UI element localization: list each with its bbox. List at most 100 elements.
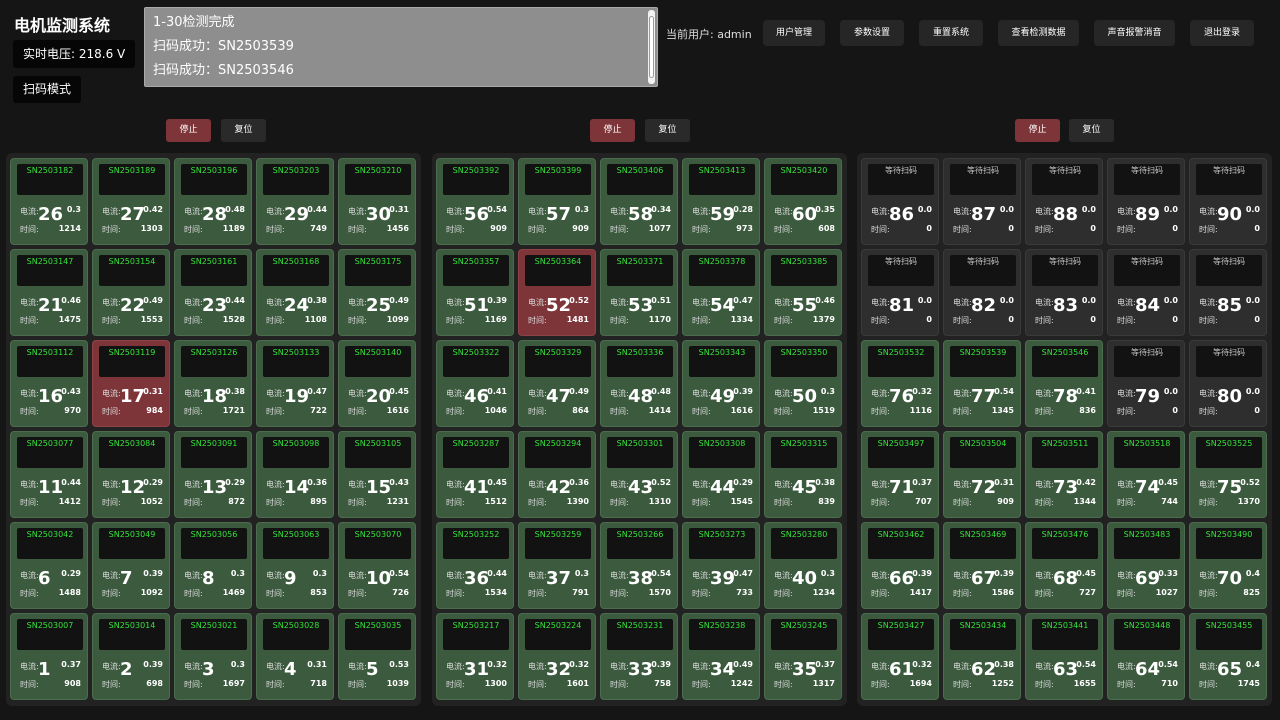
motor-cell[interactable]: SN2503140 电流: 时间: 20 0.45 1616 <box>338 340 416 427</box>
motor-cell[interactable]: SN2503518 电流: 时间: 74 0.45 744 <box>1107 431 1185 518</box>
motor-cell[interactable]: SN2503308 电流: 时间: 44 0.29 1545 <box>682 431 760 518</box>
motor-cell[interactable]: SN2503525 电流: 时间: 75 0.52 1370 <box>1189 431 1267 518</box>
motor-cell[interactable]: 等待扫码 电流: 时间: 86 0.0 0 <box>861 158 939 245</box>
motor-cell[interactable]: SN2503315 电流: 时间: 45 0.38 839 <box>764 431 842 518</box>
motor-cell[interactable]: SN2503133 电流: 时间: 19 0.47 722 <box>256 340 334 427</box>
motor-cell[interactable]: SN2503147 电流: 时间: 21 0.46 1475 <box>10 249 88 336</box>
motor-cell[interactable]: SN2503196 电流: 时间: 28 0.48 1189 <box>174 158 252 245</box>
motor-cell[interactable]: SN2503280 电流: 时间: 40 0.3 1234 <box>764 522 842 609</box>
motor-cell[interactable]: SN2503028 电流: 时间: 4 0.31 718 <box>256 613 334 700</box>
motor-cell[interactable]: 等待扫码 电流: 时间: 90 0.0 0 <box>1189 158 1267 245</box>
reset-system-button[interactable]: 重置系统 <box>919 20 983 46</box>
motor-cell[interactable]: SN2503021 电流: 时间: 3 0.3 1697 <box>174 613 252 700</box>
motor-cell[interactable]: SN2503084 电流: 时间: 12 0.29 1052 <box>92 431 170 518</box>
motor-cell[interactable]: SN2503322 电流: 时间: 46 0.41 1046 <box>436 340 514 427</box>
motor-cell[interactable]: SN2503294 电流: 时间: 42 0.36 1390 <box>518 431 596 518</box>
motor-cell[interactable]: SN2503476 电流: 时间: 68 0.45 727 <box>1025 522 1103 609</box>
motor-cell[interactable]: SN2503042 电流: 时间: 6 0.29 1488 <box>10 522 88 609</box>
motor-cell[interactable]: SN2503210 电流: 时间: 30 0.31 1456 <box>338 158 416 245</box>
motor-cell[interactable]: SN2503483 电流: 时间: 69 0.33 1027 <box>1107 522 1185 609</box>
motor-cell[interactable]: SN2503035 电流: 时间: 5 0.53 1039 <box>338 613 416 700</box>
motor-cell[interactable]: SN2503448 电流: 时间: 64 0.54 710 <box>1107 613 1185 700</box>
motor-cell[interactable]: SN2503224 电流: 时间: 32 0.32 1601 <box>518 613 596 700</box>
motor-cell[interactable]: SN2503063 电流: 时间: 9 0.3 853 <box>256 522 334 609</box>
panel-1-stop-button[interactable]: 停止 <box>166 119 211 142</box>
motor-cell[interactable]: SN2503490 电流: 时间: 70 0.4 825 <box>1189 522 1267 609</box>
mute-alarm-button[interactable]: 声音报警消音 <box>1094 20 1175 46</box>
motor-cell[interactable]: SN2503406 电流: 时间: 58 0.34 1077 <box>600 158 678 245</box>
logout-button[interactable]: 退出登录 <box>1190 20 1254 46</box>
motor-cell[interactable]: SN2503238 电流: 时间: 34 0.49 1242 <box>682 613 760 700</box>
motor-cell[interactable]: SN2503056 电流: 时间: 8 0.3 1469 <box>174 522 252 609</box>
motor-cell[interactable]: SN2503007 电流: 时间: 1 0.37 908 <box>10 613 88 700</box>
motor-cell[interactable]: SN2503119 电流: 时间: 17 0.31 984 <box>92 340 170 427</box>
motor-cell[interactable]: SN2503329 电流: 时间: 47 0.49 864 <box>518 340 596 427</box>
motor-cell[interactable]: SN2503112 电流: 时间: 16 0.43 970 <box>10 340 88 427</box>
motor-cell[interactable]: SN2503252 电流: 时间: 36 0.44 1534 <box>436 522 514 609</box>
motor-cell[interactable]: SN2503126 电流: 时间: 18 0.38 1721 <box>174 340 252 427</box>
motor-cell[interactable]: SN2503350 电流: 时间: 50 0.3 1519 <box>764 340 842 427</box>
motor-cell[interactable]: SN2503259 电流: 时间: 37 0.3 791 <box>518 522 596 609</box>
motor-cell[interactable]: SN2503336 电流: 时间: 48 0.48 1414 <box>600 340 678 427</box>
motor-cell[interactable]: 等待扫码 电流: 时间: 85 0.0 0 <box>1189 249 1267 336</box>
motor-cell[interactable]: SN2503245 电流: 时间: 35 0.37 1317 <box>764 613 842 700</box>
motor-cell[interactable]: SN2503273 电流: 时间: 39 0.47 733 <box>682 522 760 609</box>
motor-cell[interactable]: SN2503371 电流: 时间: 53 0.51 1170 <box>600 249 678 336</box>
motor-cell[interactable]: SN2503420 电流: 时间: 60 0.35 608 <box>764 158 842 245</box>
panel-3-stop-button[interactable]: 停止 <box>1015 119 1060 142</box>
motor-cell[interactable]: SN2503364 电流: 时间: 52 0.52 1481 <box>518 249 596 336</box>
motor-cell[interactable]: SN2503189 电流: 时间: 27 0.42 1303 <box>92 158 170 245</box>
motor-cell[interactable]: SN2503497 电流: 时间: 71 0.37 707 <box>861 431 939 518</box>
parameter-settings-button[interactable]: 参数设置 <box>840 20 904 46</box>
motor-cell[interactable]: SN2503014 电流: 时间: 2 0.39 698 <box>92 613 170 700</box>
motor-cell[interactable]: SN2503511 电流: 时间: 73 0.42 1344 <box>1025 431 1103 518</box>
motor-cell[interactable]: SN2503427 电流: 时间: 61 0.32 1694 <box>861 613 939 700</box>
motor-cell[interactable]: SN2503098 电流: 时间: 14 0.36 895 <box>256 431 334 518</box>
motor-cell[interactable]: 等待扫码 电流: 时间: 83 0.0 0 <box>1025 249 1103 336</box>
motor-cell[interactable]: SN2503231 电流: 时间: 33 0.39 758 <box>600 613 678 700</box>
motor-cell[interactable]: SN2503434 电流: 时间: 62 0.38 1252 <box>943 613 1021 700</box>
motor-cell[interactable]: SN2503091 电流: 时间: 13 0.29 872 <box>174 431 252 518</box>
motor-cell[interactable]: SN2503168 电流: 时间: 24 0.38 1108 <box>256 249 334 336</box>
motor-cell[interactable]: SN2503105 电流: 时间: 15 0.43 1231 <box>338 431 416 518</box>
motor-cell[interactable]: 等待扫码 电流: 时间: 79 0.0 0 <box>1107 340 1185 427</box>
motor-cell[interactable]: SN2503070 电流: 时间: 10 0.54 726 <box>338 522 416 609</box>
panel-2-stop-button[interactable]: 停止 <box>590 119 635 142</box>
motor-cell[interactable]: SN2503175 电流: 时间: 25 0.49 1099 <box>338 249 416 336</box>
log-scrollbar[interactable] <box>648 10 655 84</box>
motor-cell[interactable]: SN2503266 电流: 时间: 38 0.54 1570 <box>600 522 678 609</box>
motor-cell[interactable]: 等待扫码 电流: 时间: 87 0.0 0 <box>943 158 1021 245</box>
motor-cell[interactable]: SN2503077 电流: 时间: 11 0.44 1412 <box>10 431 88 518</box>
motor-cell[interactable]: SN2503343 电流: 时间: 49 0.39 1616 <box>682 340 760 427</box>
motor-cell[interactable]: SN2503441 电流: 时间: 63 0.54 1655 <box>1025 613 1103 700</box>
motor-cell[interactable]: 等待扫码 电流: 时间: 82 0.0 0 <box>943 249 1021 336</box>
log-textarea[interactable]: 1-30检测完成 扫码成功：SN2503539 扫码成功：SN2503546 <box>144 7 658 87</box>
motor-cell[interactable]: SN2503455 电流: 时间: 65 0.4 1745 <box>1189 613 1267 700</box>
motor-cell[interactable]: SN2503161 电流: 时间: 23 0.44 1528 <box>174 249 252 336</box>
motor-cell[interactable]: SN2503539 电流: 时间: 77 0.54 1345 <box>943 340 1021 427</box>
panel-3-reset-button[interactable]: 复位 <box>1069 119 1114 142</box>
motor-cell[interactable]: SN2503546 电流: 时间: 78 0.41 836 <box>1025 340 1103 427</box>
motor-cell[interactable]: SN2503049 电流: 时间: 7 0.39 1092 <box>92 522 170 609</box>
motor-cell[interactable]: SN2503413 电流: 时间: 59 0.28 973 <box>682 158 760 245</box>
motor-cell[interactable]: SN2503504 电流: 时间: 72 0.31 909 <box>943 431 1021 518</box>
motor-cell[interactable]: 等待扫码 电流: 时间: 80 0.0 0 <box>1189 340 1267 427</box>
user-management-button[interactable]: 用户管理 <box>763 20 825 46</box>
motor-cell[interactable]: SN2503154 电流: 时间: 22 0.49 1553 <box>92 249 170 336</box>
motor-cell[interactable]: SN2503203 电流: 时间: 29 0.44 749 <box>256 158 334 245</box>
panel-2-reset-button[interactable]: 复位 <box>645 119 690 142</box>
motor-cell[interactable]: 等待扫码 电流: 时间: 89 0.0 0 <box>1107 158 1185 245</box>
motor-cell[interactable]: SN2503385 电流: 时间: 55 0.46 1379 <box>764 249 842 336</box>
log-scrollbar-thumb[interactable] <box>649 16 654 78</box>
motor-cell[interactable]: SN2503287 电流: 时间: 41 0.45 1512 <box>436 431 514 518</box>
motor-cell[interactable]: SN2503301 电流: 时间: 43 0.52 1310 <box>600 431 678 518</box>
motor-cell[interactable]: 等待扫码 电流: 时间: 81 0.0 0 <box>861 249 939 336</box>
motor-cell[interactable]: SN2503217 电流: 时间: 31 0.32 1300 <box>436 613 514 700</box>
motor-cell[interactable]: SN2503392 电流: 时间: 56 0.54 909 <box>436 158 514 245</box>
motor-cell[interactable]: SN2503399 电流: 时间: 57 0.3 909 <box>518 158 596 245</box>
motor-cell[interactable]: SN2503357 电流: 时间: 51 0.39 1169 <box>436 249 514 336</box>
motor-cell[interactable]: SN2503182 电流: 时间: 26 0.3 1214 <box>10 158 88 245</box>
motor-cell[interactable]: SN2503462 电流: 时间: 66 0.39 1417 <box>861 522 939 609</box>
motor-cell[interactable]: SN2503378 电流: 时间: 54 0.47 1334 <box>682 249 760 336</box>
motor-cell[interactable]: SN2503469 电流: 时间: 67 0.39 1586 <box>943 522 1021 609</box>
